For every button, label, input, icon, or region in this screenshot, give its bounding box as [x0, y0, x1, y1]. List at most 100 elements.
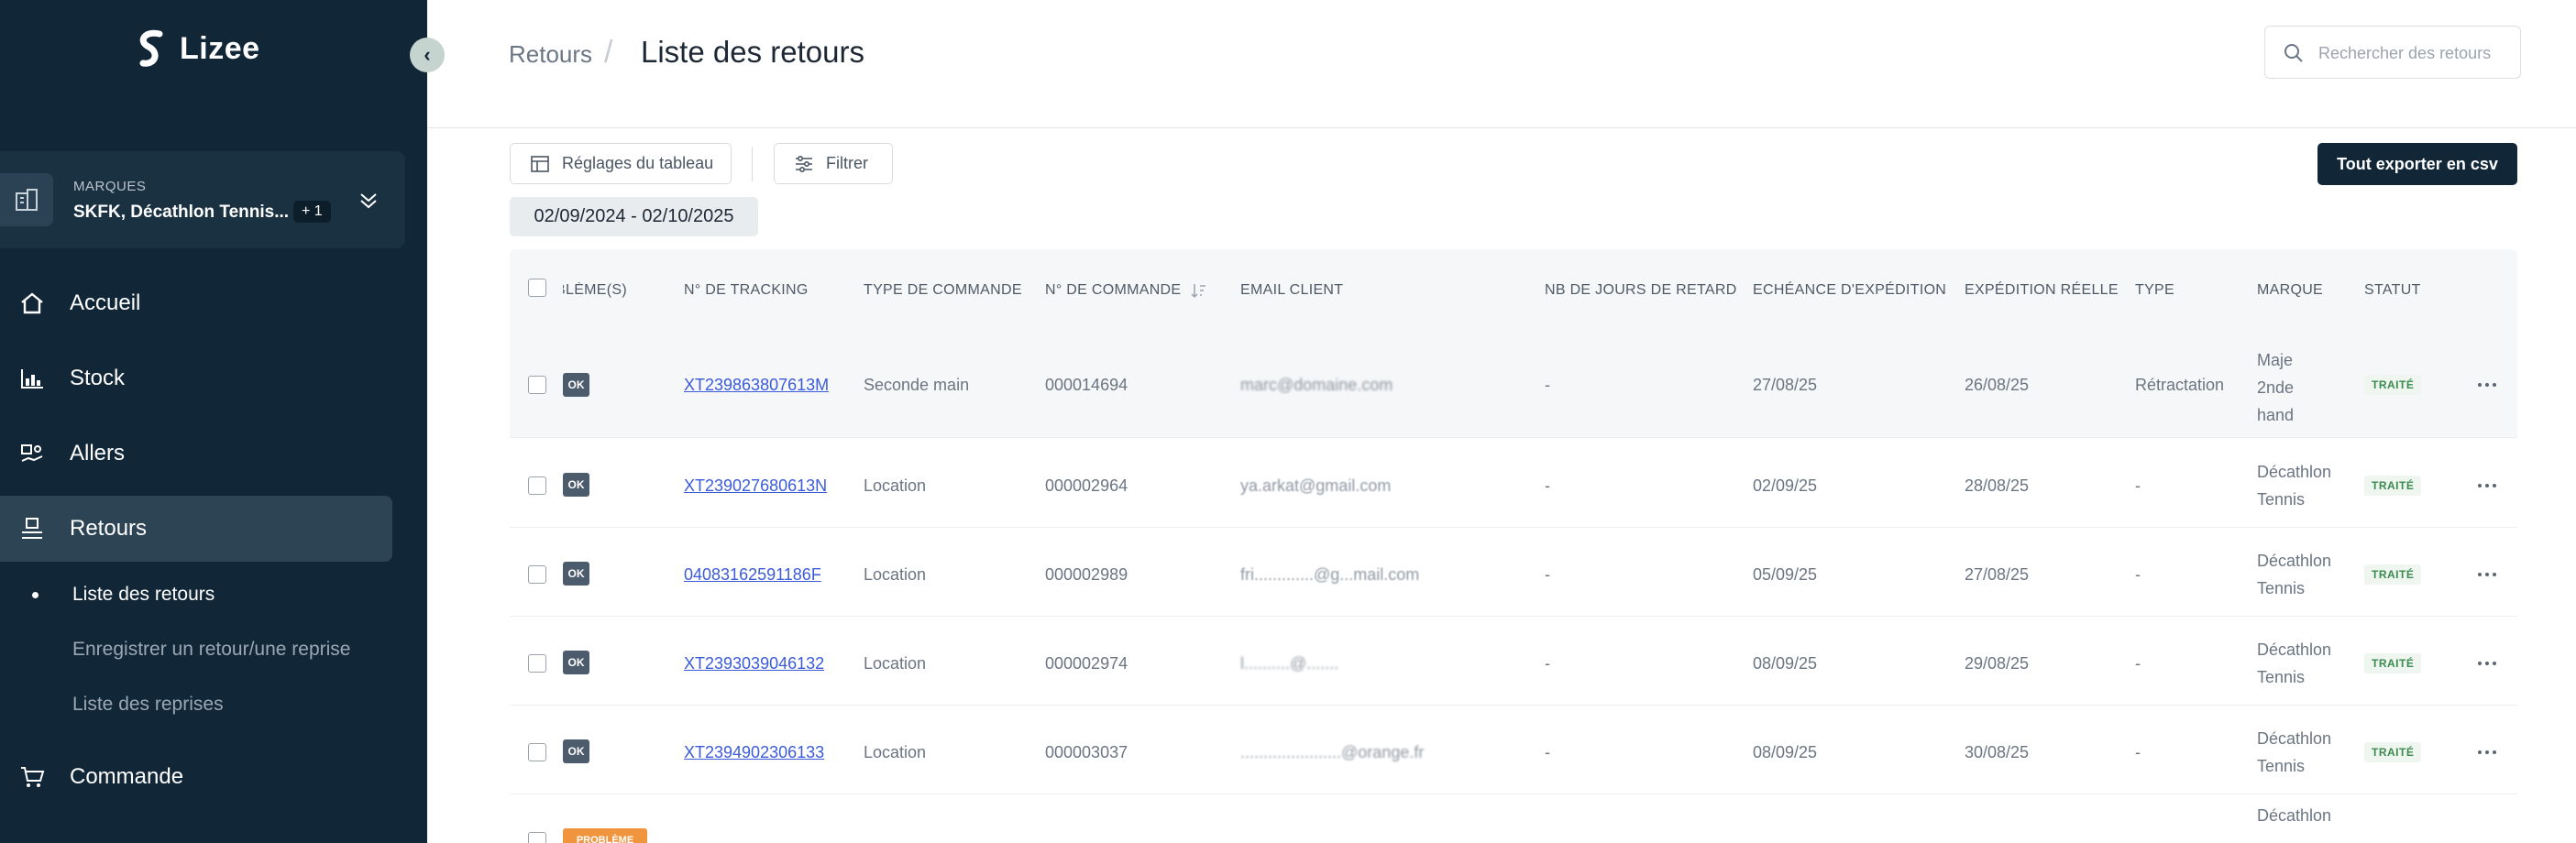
shipped-date: 27/08/25 [1965, 565, 2030, 584]
sub-item-liste-reprises[interactable]: Liste des reprises [72, 694, 224, 716]
order-type: Seconde main [864, 376, 970, 394]
col-email[interactable]: EMAIL CLIENT [1240, 282, 1343, 299]
lizee-logo-icon [139, 29, 163, 67]
col-tracking[interactable]: N° DE TRACKING [684, 282, 809, 299]
row-checkbox[interactable] [528, 832, 546, 843]
col-expedition-reelle[interactable]: EXPÉDITION RÉELLE [1965, 282, 2119, 299]
returns-table: PROBLÈME(S) N° DE TRACKING TYPE DE COMMA… [510, 249, 2517, 843]
row-menu-icon[interactable] [2473, 743, 2501, 761]
tracking-link[interactable]: 04083162591186F [684, 565, 821, 585]
ok-badge: OK [563, 651, 589, 674]
table-row[interactable]: PROBLÈME Décathlon [510, 794, 2517, 843]
nav-item-allers[interactable]: Allers [0, 421, 392, 487]
return-type: - [2135, 654, 2141, 673]
filter-sliders-icon [795, 155, 813, 172]
shipped-date: 26/08/25 [1965, 376, 2030, 394]
col-type-commande[interactable]: TYPE DE COMMANDE [864, 282, 1022, 299]
client-email: ya.arkat@gmail.com [1240, 476, 1392, 495]
row-menu-icon[interactable] [2473, 476, 2501, 495]
order-number: 000014694 [1045, 376, 1128, 394]
brand-line: Tennis [2257, 490, 2306, 509]
col-echeance[interactable]: ECHÉANCE D'EXPÉDITION [1753, 282, 1946, 299]
search-input[interactable] [2317, 39, 2509, 67]
delay-days: - [1545, 743, 1550, 761]
brand-line: hand [2257, 406, 2295, 424]
date-range-chip[interactable]: 02/09/2024 - 02/10/2025 [510, 197, 758, 236]
col-statut[interactable]: STATUT [2364, 282, 2421, 299]
order-number: 000002989 [1045, 565, 1128, 584]
col-num-commande[interactable]: N° DE COMMANDE [1045, 282, 1181, 299]
brand-extra-count: + 1 [293, 201, 331, 223]
due-date: 08/09/25 [1753, 743, 1818, 761]
tracking-link[interactable]: XT2394902306133 [684, 743, 824, 762]
status-badge: TRAITÉ [2364, 653, 2422, 673]
nav-item-label: Allers [70, 441, 126, 465]
select-all-checkbox[interactable] [528, 279, 546, 297]
home-icon [18, 290, 46, 317]
search-box[interactable] [2264, 26, 2521, 79]
client-email: fri.............@g...mail.com [1240, 565, 1420, 584]
app-logo[interactable]: Lizee [134, 27, 260, 70]
table-icon [531, 155, 549, 172]
page-title: Liste des retours [641, 35, 864, 69]
brand-line: Tennis [2257, 579, 2306, 597]
export-csv-button[interactable]: Tout exporter en csv [2317, 143, 2517, 185]
nav-item-commande[interactable]: Commande [0, 744, 392, 810]
row-menu-icon[interactable] [2473, 565, 2501, 584]
sub-item-enregistrer-retour[interactable]: Enregistrer un retour/une reprise [72, 639, 351, 661]
brand-line: Décathlon [2257, 640, 2332, 659]
col-marque[interactable]: MARQUE [2257, 282, 2323, 299]
table-row[interactable]: OK XT2394902306133 Location 000003037 ..… [510, 706, 2517, 794]
shipped-date: 29/08/25 [1965, 654, 2030, 673]
delay-days: - [1545, 476, 1550, 495]
search-icon [2284, 44, 2303, 62]
col-retard[interactable]: NB DE JOURS DE RETARD [1545, 282, 1737, 299]
col-type[interactable]: TYPE [2135, 282, 2174, 299]
table-settings-label: Réglages du tableau [562, 154, 714, 172]
shipped-date: 28/08/25 [1965, 476, 2030, 495]
ok-badge: OK [563, 373, 589, 397]
brand-selector[interactable]: MARQUES SKFK, Décathlon Tennis... + 1 [0, 151, 405, 248]
row-menu-icon[interactable] [2473, 376, 2501, 394]
brand-name: Maje 2nde hand [2257, 346, 2294, 429]
sort-icon[interactable] [1190, 282, 1206, 299]
table-row[interactable]: OK XT239863807613M Seconde main 00001469… [510, 332, 2517, 438]
client-email: marc@domaine.com [1240, 376, 1393, 394]
table-settings-button[interactable]: Réglages du tableau [510, 143, 732, 184]
tracking-link[interactable]: XT239027680613N [684, 476, 827, 496]
collapse-sidebar-button[interactable]: ‹ [410, 38, 445, 72]
filter-button[interactable]: Filtrer [774, 143, 893, 184]
tracking-link[interactable]: XT239863807613M [684, 376, 829, 395]
due-date: 02/09/25 [1753, 476, 1818, 495]
breadcrumb-parent[interactable]: Retours [509, 40, 592, 69]
row-checkbox[interactable] [528, 654, 546, 673]
table-row[interactable]: OK 04083162591186F Location 000002989 fr… [510, 528, 2517, 617]
nav-item-retours[interactable]: Retours [0, 496, 392, 562]
sidebar: Lizee MARQUES SKFK, Décathlon Tennis... … [0, 0, 427, 843]
nav-item-accueil[interactable]: Accueil [0, 270, 392, 336]
row-checkbox[interactable] [528, 565, 546, 584]
filter-label: Filtrer [826, 154, 868, 172]
delivery-icon [18, 440, 46, 467]
row-checkbox[interactable] [528, 376, 546, 394]
order-type: Location [864, 743, 927, 761]
brand-line: Maje [2257, 351, 2294, 369]
sub-item-liste-retours[interactable]: Liste des retours [72, 584, 215, 606]
nav-item-stock[interactable]: Stock [0, 345, 392, 411]
cart-icon [18, 763, 46, 791]
client-email: ......................@orange.fr [1240, 743, 1425, 761]
table-row[interactable]: OK XT239027680613N Location 000002964 ya… [510, 438, 2517, 528]
app-name: Lizee [180, 30, 260, 66]
row-checkbox[interactable] [528, 476, 546, 495]
status-badge: TRAITÉ [2364, 476, 2422, 496]
row-menu-icon[interactable] [2473, 654, 2501, 673]
ok-badge: OK [563, 562, 589, 586]
table-row[interactable]: OK XT2393039046132 Location 000002974 l.… [510, 617, 2517, 706]
due-date: 08/09/25 [1753, 654, 1818, 673]
status-badge: TRAITÉ [2364, 375, 2422, 395]
due-date: 27/08/25 [1753, 376, 1818, 394]
row-checkbox[interactable] [528, 743, 546, 761]
stock-chart-icon [18, 365, 46, 392]
col-problemes[interactable]: PROBLÈME(S) [563, 282, 627, 299]
tracking-link[interactable]: XT2393039046132 [684, 654, 824, 673]
